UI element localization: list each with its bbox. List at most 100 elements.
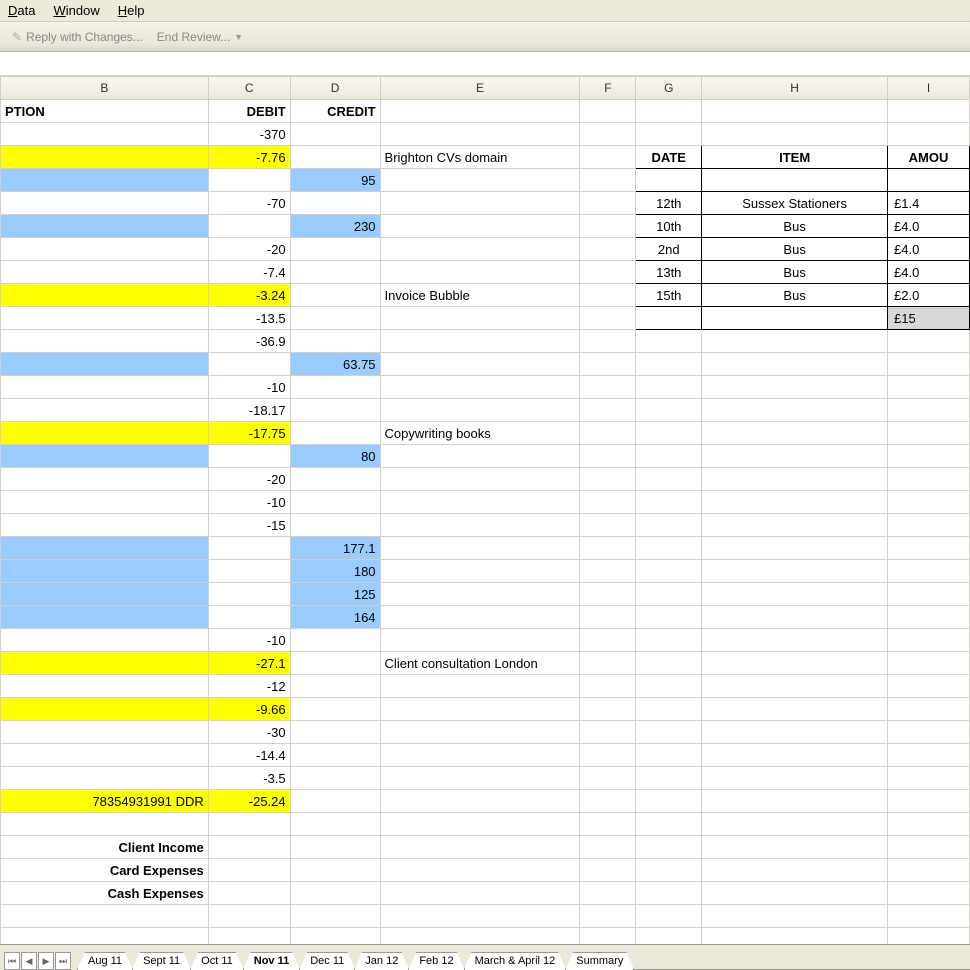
cell-credit-26[interactable] bbox=[290, 721, 380, 744]
cell-b-9[interactable] bbox=[1, 330, 209, 353]
cell-g-25[interactable] bbox=[636, 698, 702, 721]
sheet-tab-march-&-april-12[interactable]: March & April 12 bbox=[464, 952, 567, 970]
cell-i-16[interactable] bbox=[888, 491, 970, 514]
cell-g-24[interactable] bbox=[636, 675, 702, 698]
cell-i-12[interactable] bbox=[888, 399, 970, 422]
cell-f-8[interactable] bbox=[580, 307, 636, 330]
side-cell-0-5[interactable]: 2nd bbox=[636, 238, 702, 261]
cell-note-5[interactable] bbox=[380, 238, 580, 261]
side-cell-0-3[interactable]: 12th bbox=[636, 192, 702, 215]
cell-h-18[interactable] bbox=[702, 537, 888, 560]
cell-credit-31[interactable] bbox=[290, 836, 380, 859]
cell-credit-17[interactable] bbox=[290, 514, 380, 537]
cell-g-18[interactable] bbox=[636, 537, 702, 560]
cell-b-0[interactable] bbox=[1, 123, 209, 146]
cell-g-15[interactable] bbox=[636, 468, 702, 491]
cell-credit-29[interactable] bbox=[290, 790, 380, 813]
cell-credit-18[interactable]: 177.1 bbox=[290, 537, 380, 560]
cell-f-21[interactable] bbox=[580, 606, 636, 629]
cell-g-13[interactable] bbox=[636, 422, 702, 445]
cell-note-15[interactable] bbox=[380, 468, 580, 491]
sheet-tab-feb-12[interactable]: Feb 12 bbox=[408, 952, 464, 970]
cell-f-29[interactable] bbox=[580, 790, 636, 813]
col-header-F[interactable]: F bbox=[580, 77, 636, 100]
side-cell-0-8[interactable] bbox=[636, 307, 702, 330]
cell-b-5[interactable] bbox=[1, 238, 209, 261]
cell-f-27[interactable] bbox=[580, 744, 636, 767]
cell-h-19[interactable] bbox=[702, 560, 888, 583]
cell-debit-10[interactable] bbox=[208, 353, 290, 376]
cell-debit-20[interactable] bbox=[208, 583, 290, 606]
cell-note-10[interactable] bbox=[380, 353, 580, 376]
cell-note-30[interactable] bbox=[380, 813, 580, 836]
cell-credit-30[interactable] bbox=[290, 813, 380, 836]
cell-f-31[interactable] bbox=[580, 836, 636, 859]
col-header-I[interactable]: I bbox=[888, 77, 970, 100]
cell-debit-16[interactable]: -10 bbox=[208, 491, 290, 514]
cell-credit-28[interactable] bbox=[290, 767, 380, 790]
side-cell-2-8[interactable]: £15 bbox=[888, 307, 970, 330]
cell-note-0[interactable] bbox=[380, 123, 580, 146]
cell-debit-23[interactable]: -27.1 bbox=[208, 652, 290, 675]
cell-credit-0[interactable] bbox=[290, 123, 380, 146]
side-cell-1-7[interactable]: Bus bbox=[702, 284, 888, 307]
side-cell-0-4[interactable]: 10th bbox=[636, 215, 702, 238]
cell-credit-25[interactable] bbox=[290, 698, 380, 721]
cell-i-19[interactable] bbox=[888, 560, 970, 583]
cell-b-32[interactable]: Card Expenses bbox=[1, 859, 209, 882]
cell-g-21[interactable] bbox=[636, 606, 702, 629]
cell-f-17[interactable] bbox=[580, 514, 636, 537]
col-header-G[interactable]: G bbox=[636, 77, 702, 100]
cell-debit-6[interactable]: -7.4 bbox=[208, 261, 290, 284]
sheet-tab-jan-12[interactable]: Jan 12 bbox=[354, 952, 409, 970]
cell-debit-30[interactable] bbox=[208, 813, 290, 836]
cell-h-20[interactable] bbox=[702, 583, 888, 606]
cell-f-15[interactable] bbox=[580, 468, 636, 491]
cell-b-31[interactable]: Client Income bbox=[1, 836, 209, 859]
cell-f-28[interactable] bbox=[580, 767, 636, 790]
blank-0-5[interactable] bbox=[636, 905, 702, 928]
side-cell-0-6[interactable]: 13th bbox=[636, 261, 702, 284]
cell-h-10[interactable] bbox=[702, 353, 888, 376]
cell[interactable] bbox=[702, 100, 888, 123]
cell-note-7[interactable]: Invoice Bubble bbox=[380, 284, 580, 307]
cell-g-20[interactable] bbox=[636, 583, 702, 606]
cell-note-24[interactable] bbox=[380, 675, 580, 698]
cell-i-22[interactable] bbox=[888, 629, 970, 652]
side-cell-2-7[interactable]: £2.0 bbox=[888, 284, 970, 307]
cell-g-14[interactable] bbox=[636, 445, 702, 468]
cell-i-27[interactable] bbox=[888, 744, 970, 767]
blank-0-1[interactable] bbox=[208, 905, 290, 928]
cell-note-32[interactable] bbox=[380, 859, 580, 882]
side-cell-2-3[interactable]: £1.4 bbox=[888, 192, 970, 215]
cell-i-20[interactable] bbox=[888, 583, 970, 606]
cell-debit-26[interactable]: -30 bbox=[208, 721, 290, 744]
cell-g-31[interactable] bbox=[636, 836, 702, 859]
cell-credit-33[interactable] bbox=[290, 882, 380, 905]
blank-0-4[interactable] bbox=[580, 905, 636, 928]
cell-note-23[interactable]: Client consultation London bbox=[380, 652, 580, 675]
cell-i-28[interactable] bbox=[888, 767, 970, 790]
cell-g-26[interactable] bbox=[636, 721, 702, 744]
cell-debit-12[interactable]: -18.17 bbox=[208, 399, 290, 422]
cell-f-30[interactable] bbox=[580, 813, 636, 836]
cell-g-12[interactable] bbox=[636, 399, 702, 422]
cell-i-14[interactable] bbox=[888, 445, 970, 468]
cell-h-17[interactable] bbox=[702, 514, 888, 537]
cell-credit-3[interactable] bbox=[290, 192, 380, 215]
cell-b-7[interactable] bbox=[1, 284, 209, 307]
end-review-button[interactable]: End Review... ▼ bbox=[157, 30, 243, 44]
cell-note-13[interactable]: Copywriting books bbox=[380, 422, 580, 445]
cell-debit-31[interactable] bbox=[208, 836, 290, 859]
cell-credit-5[interactable] bbox=[290, 238, 380, 261]
cell-note-17[interactable] bbox=[380, 514, 580, 537]
cell-credit-7[interactable] bbox=[290, 284, 380, 307]
side-cell-2-5[interactable]: £4.0 bbox=[888, 238, 970, 261]
side-cell-2-6[interactable]: £4.0 bbox=[888, 261, 970, 284]
col-header-C[interactable]: C bbox=[208, 77, 290, 100]
blank-0-6[interactable] bbox=[702, 905, 888, 928]
cell-note-2[interactable] bbox=[380, 169, 580, 192]
cell-debit-19[interactable] bbox=[208, 560, 290, 583]
cell-f-1[interactable] bbox=[580, 146, 636, 169]
cell-b-3[interactable] bbox=[1, 192, 209, 215]
